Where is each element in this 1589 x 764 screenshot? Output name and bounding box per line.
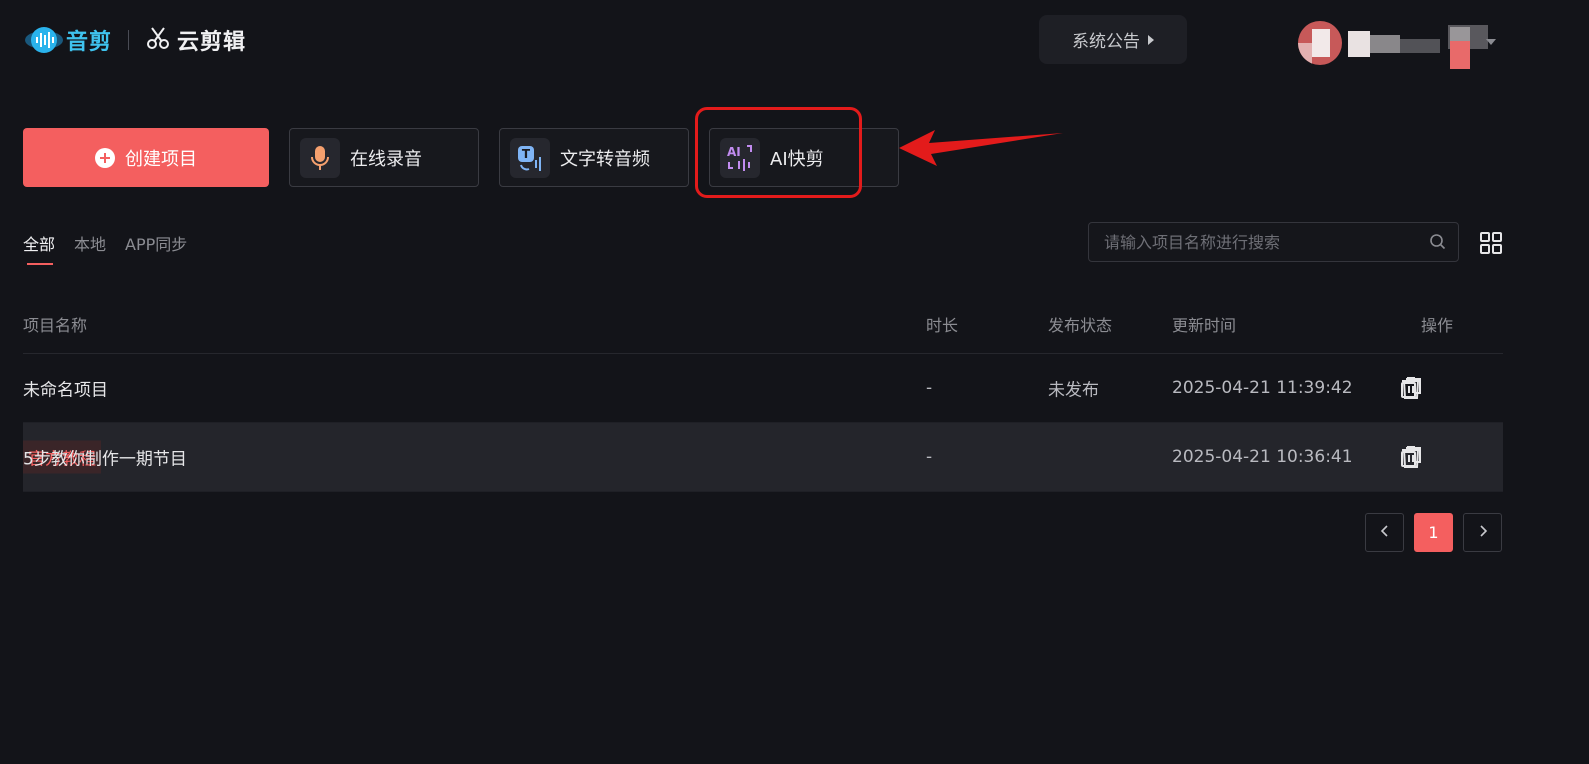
system-notice-button[interactable]: 系统公告 — [1039, 15, 1187, 64]
prev-page-button[interactable] — [1365, 513, 1404, 552]
create-project-button[interactable]: 创建项目 — [23, 128, 269, 187]
trash-icon[interactable] — [1399, 445, 1423, 469]
project-status: 未发布 — [1048, 380, 1099, 401]
chevron-left-icon — [1379, 523, 1391, 542]
system-notice-label: 系统公告 — [1072, 32, 1140, 52]
project-duration: - — [926, 447, 933, 467]
header-status: 发布状态 — [1048, 316, 1113, 335]
avatar[interactable] — [1298, 20, 1342, 65]
logo-text: 音剪 — [66, 30, 113, 55]
ai-quick-cut-label: AI快剪 — [770, 148, 824, 170]
plus-circle-icon — [95, 147, 115, 168]
table-row[interactable]: 未命名项目 - 未发布 2025-04-21 11:39:42 — [23, 354, 1503, 423]
cloud-editor-title: 云剪辑 — [177, 30, 247, 55]
grid-view-icon[interactable] — [1479, 231, 1503, 255]
project-duration: - — [926, 378, 933, 398]
next-page-button[interactable] — [1463, 513, 1502, 552]
ai-quick-cut-button[interactable]: AI AI快剪 — [709, 128, 899, 187]
header-name: 项目名称 — [23, 316, 88, 335]
ai-audio-icon: AI — [720, 137, 760, 178]
project-name[interactable]: 5步教你制作一期节目 — [23, 445, 187, 470]
project-name[interactable]: 未命名项目 — [23, 376, 108, 401]
chevron-down-icon[interactable] — [1486, 39, 1496, 45]
header-duration: 时长 — [926, 316, 959, 335]
tab-all[interactable]: 全部 — [23, 231, 55, 265]
user-menu[interactable] — [1298, 15, 1498, 70]
project-table: 项目名称 时长 发布状态 更新时间 操作 未命名项目 - 未发布 2025-04… — [23, 295, 1503, 492]
username-blur-block — [1450, 27, 1470, 41]
header-actions: 操作 — [1421, 316, 1454, 335]
caret-right-icon — [1148, 34, 1154, 45]
table-row[interactable]: 官方教程 5步教你制作一期节目 - 2025-04-21 10:36:41 — [23, 423, 1503, 492]
tab-local[interactable]: 本地 — [74, 231, 106, 265]
online-record-label: 在线录音 — [350, 148, 422, 170]
create-project-label: 创建项目 — [125, 148, 197, 170]
text-to-audio-icon: T — [510, 137, 550, 178]
svg-text:AI: AI — [727, 145, 741, 159]
microphone-icon — [300, 137, 340, 178]
app-logo[interactable]: 音剪 云剪辑 — [24, 22, 246, 58]
table-header: 项目名称 时长 发布状态 更新时间 操作 — [23, 295, 1503, 354]
project-filter-tabs: 全部 本地 APP同步 — [23, 231, 206, 265]
chevron-right-icon — [1477, 523, 1489, 542]
tab-app-sync[interactable]: APP同步 — [125, 231, 187, 265]
trash-icon[interactable] — [1399, 376, 1423, 400]
soundwave-logo-icon — [24, 24, 64, 56]
logo-divider — [128, 30, 130, 50]
svg-text:T: T — [522, 147, 531, 161]
online-record-button[interactable]: 在线录音 — [289, 128, 479, 187]
project-updated: 2025-04-21 11:39:42 — [1172, 378, 1353, 398]
annotation-arrow-icon — [899, 130, 1063, 166]
project-updated: 2025-04-21 10:36:41 — [1172, 447, 1353, 467]
scissors-icon — [145, 25, 171, 55]
page-number-button[interactable]: 1 — [1414, 513, 1453, 552]
username-blur-block — [1450, 41, 1470, 69]
text-to-audio-button[interactable]: T 文字转音频 — [499, 128, 689, 187]
search-input[interactable] — [1104, 232, 1418, 252]
search-box — [1088, 222, 1459, 262]
search-icon[interactable] — [1418, 222, 1458, 262]
header-updated: 更新时间 — [1172, 316, 1237, 335]
app-page: 音剪 云剪辑 系统公告 创建项目 在线录音 T 文字转音频 AI AI快剪 全部… — [0, 0, 1589, 764]
text-to-audio-label: 文字转音频 — [560, 148, 650, 170]
